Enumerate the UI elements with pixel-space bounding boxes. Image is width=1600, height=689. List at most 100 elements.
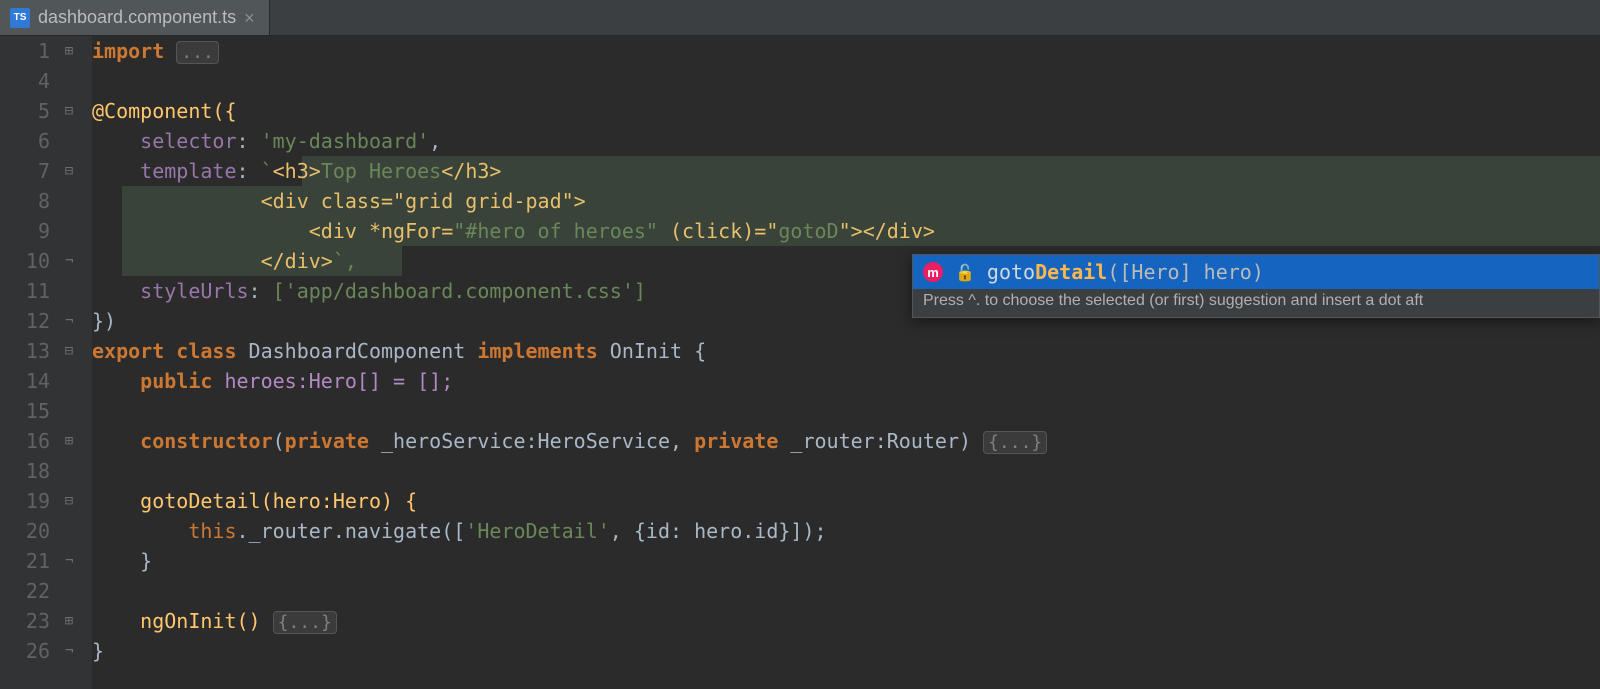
token-interface: OnInit [610, 339, 694, 363]
line-number: 5 [0, 96, 50, 126]
token-string: 'HeroDetail' [465, 519, 610, 543]
line-number: 7 [0, 156, 50, 186]
code-line-14[interactable]: public heroes:Hero[] = []; [92, 366, 1600, 396]
autocomplete-popup: m 🔓 gotoDetail([Hero] hero) Press ^. to … [912, 254, 1600, 318]
fold-end-icon[interactable] [62, 554, 76, 568]
token-classname: DashboardComponent [249, 339, 478, 363]
fold-collapse-icon[interactable] [62, 104, 76, 118]
token-member: ._router.navigate([ [237, 519, 466, 543]
gutter-fold-column: ↑ [56, 36, 92, 689]
token-html-tag: </div> [863, 219, 935, 243]
token-method: gotoDetail(hero:Hero) { [140, 489, 417, 513]
code-line-26[interactable]: } [92, 636, 1600, 666]
token-brace: } [140, 549, 152, 573]
code-line-8[interactable]: <div class="grid grid-pad"> [92, 186, 1600, 216]
autocomplete-signature: gotoDetail([Hero] hero) [987, 260, 1264, 284]
code-line-6[interactable]: selector: 'my-dashboard', [92, 126, 1600, 156]
fold-expand-icon[interactable] [62, 434, 76, 448]
autocomplete-hint: Press ^. to choose the selected (or firs… [913, 289, 1599, 317]
code-line-16[interactable]: constructor(private _heroService:HeroSer… [92, 426, 1600, 456]
token-param: _heroService:HeroService, [381, 429, 694, 453]
line-number: 13 [0, 336, 50, 366]
token-keyword: public [140, 369, 224, 393]
token-keyword: private [694, 429, 790, 453]
line-number: 9 [0, 216, 50, 246]
code-line-13[interactable]: export class DashboardComponent implemen… [92, 336, 1600, 366]
code-line-7[interactable]: template: `<h3>Top Heroes</h3> [92, 156, 1600, 186]
fold-placeholder[interactable]: {...} [273, 611, 337, 634]
token-html-tag: "> [839, 219, 863, 243]
code-line-23[interactable]: ngOnInit() {...} [92, 606, 1600, 636]
line-number: 16 [0, 426, 50, 456]
token-string: "#hero of heroes" [453, 219, 658, 243]
token-args: , {id: hero.id}]); [610, 519, 827, 543]
close-icon[interactable]: × [244, 9, 255, 27]
line-number: 19 [0, 486, 50, 516]
token-property: selector [140, 129, 236, 153]
code-line-1[interactable]: import ... [92, 36, 1600, 66]
fold-collapse-icon[interactable] [62, 494, 76, 508]
line-number: 10 [0, 246, 50, 276]
code-line-22[interactable] [92, 576, 1600, 606]
line-number: 21 [0, 546, 50, 576]
token-string: ['app/dashboard.component.css'] [273, 279, 646, 303]
line-number: 22 [0, 576, 50, 606]
line-number: 15 [0, 396, 50, 426]
code-line-19[interactable]: gotoDetail(hero:Hero) { [92, 486, 1600, 516]
token-string: `, [333, 249, 357, 273]
fold-collapse-icon[interactable] [62, 344, 76, 358]
code-line-18[interactable] [92, 456, 1600, 486]
token-html-tag: <h3> [273, 159, 321, 183]
line-number: 26 [0, 636, 50, 666]
editor-tabbar: TS dashboard.component.ts × [0, 0, 1600, 36]
token-property: template [140, 159, 236, 183]
token-html-attr: (click)=" [658, 219, 778, 243]
token-html-tag: <div *ngFor= [309, 219, 454, 243]
fold-end-icon[interactable] [62, 644, 76, 658]
line-number: 4 [0, 66, 50, 96]
editor-tab[interactable]: TS dashboard.component.ts × [0, 0, 270, 35]
code-editor[interactable]: 1 4 5 6 7 8 9 10 11 12 13 14 15 16 18 19… [0, 36, 1600, 689]
token-property: styleUrls [140, 279, 248, 303]
token-keyword: this [188, 519, 236, 543]
token-brace: } [92, 639, 104, 663]
token-method: ngOnInit() [140, 609, 272, 633]
code-line-20[interactable]: this._router.navigate(['HeroDetail', {id… [92, 516, 1600, 546]
fold-placeholder[interactable]: ... [176, 41, 219, 64]
code-line-9[interactable]: <div *ngFor="#hero of heroes" (click)="g… [92, 216, 1600, 246]
fold-expand-icon[interactable] [62, 614, 76, 628]
method-badge-icon: m [923, 262, 943, 282]
typescript-file-icon: TS [10, 8, 30, 28]
line-number: 14 [0, 366, 50, 396]
line-number: 23 [0, 606, 50, 636]
line-number: 18 [0, 456, 50, 486]
fold-expand-icon[interactable] [62, 44, 76, 58]
autocomplete-item[interactable]: m 🔓 gotoDetail([Hero] hero) [913, 255, 1599, 289]
code-line-4[interactable] [92, 66, 1600, 96]
tab-filename: dashboard.component.ts [38, 7, 236, 28]
fold-end-icon[interactable] [62, 254, 76, 268]
token-html-tag: </h3> [441, 159, 501, 183]
code-line-21[interactable]: } [92, 546, 1600, 576]
line-number: 6 [0, 126, 50, 156]
code-area[interactable]: import ... @Component({ selector: 'my-da… [92, 36, 1600, 689]
token-param: _router:Router) [790, 429, 983, 453]
token-text: Top Heroes [321, 159, 441, 183]
token-keyword: private [285, 429, 381, 453]
token-keyword: class [176, 339, 248, 363]
fold-end-icon[interactable] [62, 314, 76, 328]
token-paren: ( [273, 429, 285, 453]
line-number: 1 [0, 36, 50, 66]
fold-placeholder[interactable]: {...} [983, 431, 1047, 454]
code-line-15[interactable] [92, 396, 1600, 426]
token-html-tag: </div> [261, 249, 333, 273]
token-keyword: constructor [140, 429, 272, 453]
fold-collapse-icon[interactable] [62, 164, 76, 178]
token-brace: }) [92, 309, 116, 333]
line-number: 11 [0, 276, 50, 306]
token-html-tag: <div class="grid grid-pad"> [261, 189, 586, 213]
code-line-5[interactable]: @Component({ [92, 96, 1600, 126]
token-string: 'my-dashboard' [261, 129, 430, 153]
token-keyword: export [92, 339, 176, 363]
line-number: 20 [0, 516, 50, 546]
